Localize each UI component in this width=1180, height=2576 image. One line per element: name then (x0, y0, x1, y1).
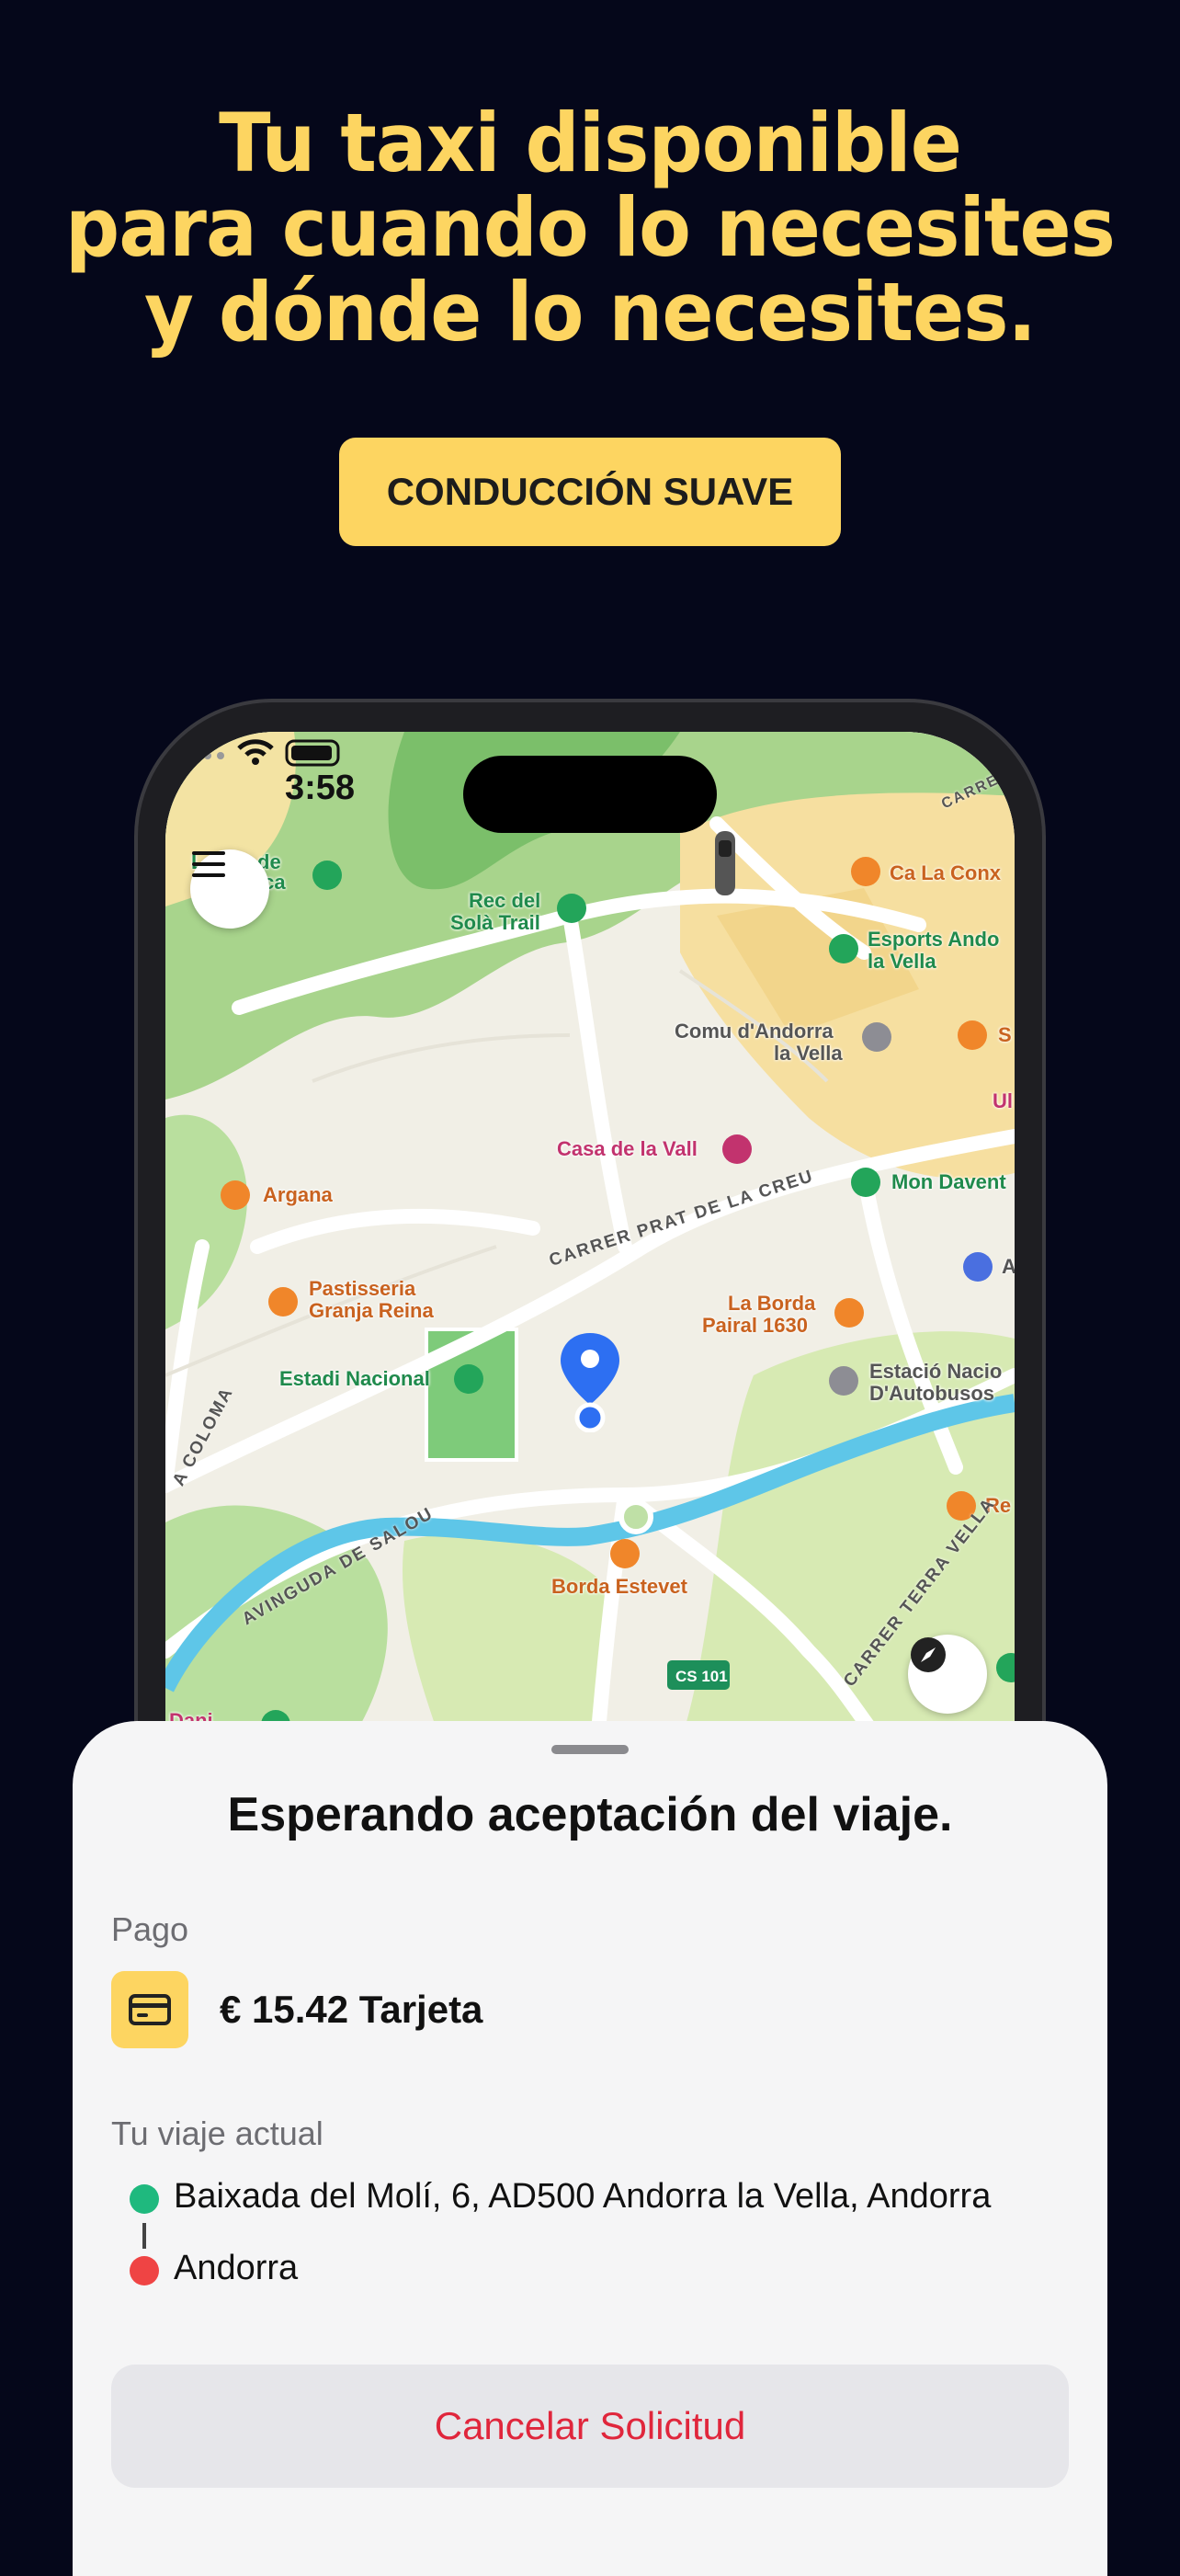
status-icons (178, 739, 340, 767)
headline-line-3: y dónde lo necesites. (143, 265, 1037, 359)
trip-bottom-sheet: Esperando aceptación del viaje. Pago € 1… (73, 1721, 1107, 2576)
phone-screen: L de ica Rec del Solà Trail Ca La Conx E… (165, 732, 1015, 1743)
origin-dot (130, 2184, 159, 2214)
current-trip-label: Tu viaje actual (111, 2114, 323, 2152)
payment-amount: € 15.42 Tarjeta (220, 1988, 483, 2031)
cancel-request-button[interactable]: Cancelar Solicitud (111, 2365, 1069, 2488)
status-time: 3:58 (285, 769, 356, 807)
road-shield-cs101: CS 101 (675, 1668, 728, 1685)
hamburger-menu-icon (192, 851, 225, 877)
origin-address: Baixada del Molí, 6, AD500 Andorra la Ve… (174, 2177, 992, 2216)
sheet-title: Esperando aceptación del viaje. (227, 1788, 953, 1841)
dynamic-island (463, 756, 717, 833)
sheet-grabber[interactable] (551, 1745, 629, 1754)
payment-label: Pago (111, 1910, 189, 1948)
location-pin-icon (561, 1333, 619, 1432)
headline-line-1: Tu taxi disponible (219, 96, 962, 190)
menu-button[interactable] (190, 849, 269, 929)
compass-icon (911, 1637, 946, 1672)
compass-button[interactable] (908, 1635, 987, 1714)
headline: Tu taxi disponible para cuando lo necesi… (36, 101, 1145, 355)
conduccion-suave-badge: CONDUCCIÓN SUAVE (339, 438, 841, 546)
credit-card-icon (111, 1971, 188, 2048)
headline-line-2: para cuando lo necesites (65, 180, 1116, 275)
destination-dot (130, 2256, 159, 2285)
route-connector (142, 2223, 146, 2249)
destination-address: Andorra (174, 2249, 299, 2287)
